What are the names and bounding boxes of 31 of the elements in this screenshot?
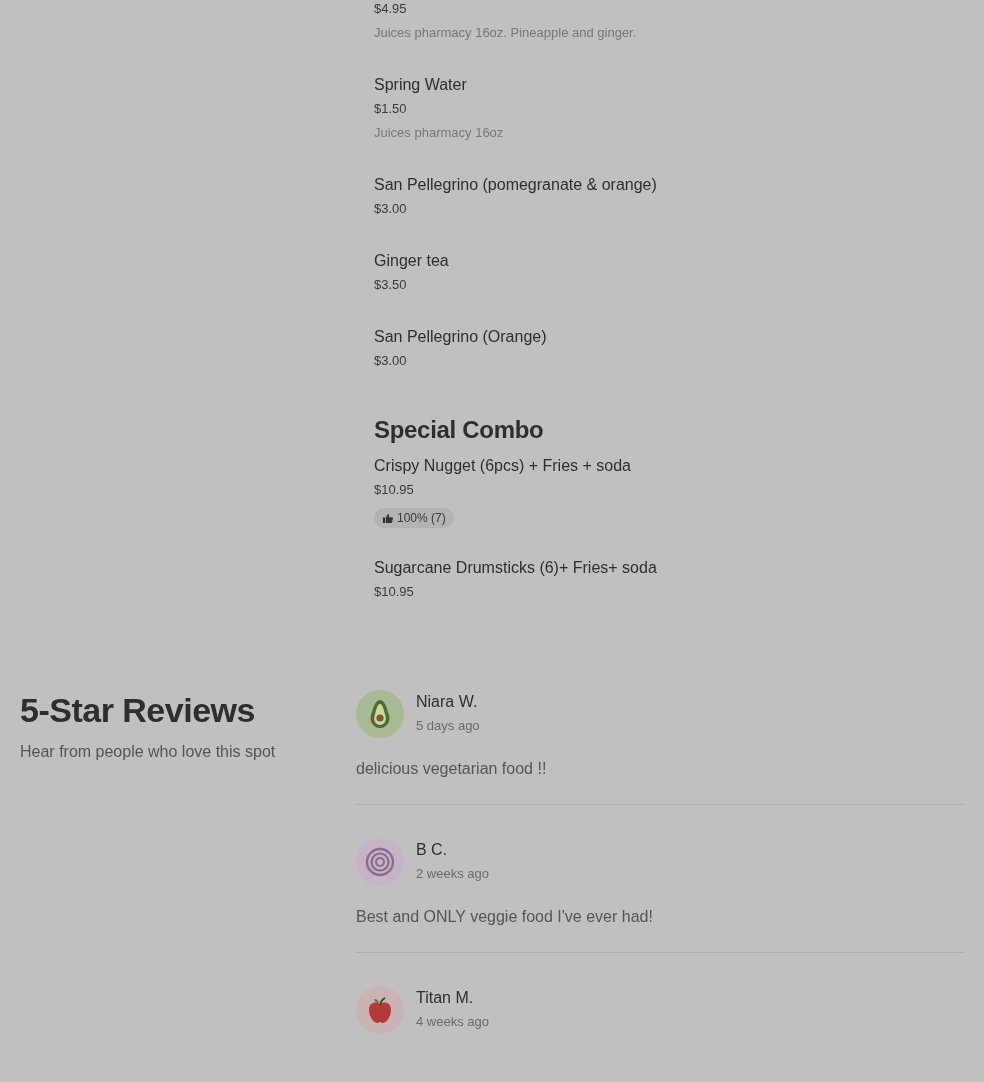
- item-description: Juices pharmacy 16oz: [374, 124, 505, 142]
- onion-icon: [365, 846, 395, 877]
- reviewer-name: Titan M.: [416, 988, 475, 1008]
- item-name[interactable]: Ginger tea: [374, 248, 984, 273]
- review-time: 2 weeks ago: [416, 865, 489, 883]
- item-name[interactable]: San Pellegrino (Orange): [374, 324, 984, 349]
- item-price: $10.95: [374, 583, 415, 601]
- item-price: $3.00: [374, 352, 408, 370]
- avocado-icon: [368, 698, 392, 729]
- item-price: $10.95: [374, 481, 415, 499]
- item-name[interactable]: Crispy Nugget (6pcs) + Fries + soda: [374, 453, 984, 478]
- review-time: 4 weeks ago: [416, 1013, 489, 1031]
- item-price: $3.00: [374, 200, 408, 218]
- item-name[interactable]: Spring Water: [374, 72, 984, 97]
- item-price: $3.50: [374, 276, 408, 294]
- rating-badge: 100% (7): [374, 508, 454, 528]
- reviewer-name: Niara W.: [416, 692, 479, 712]
- reviews-subtitle: Hear from people who love this spot: [20, 743, 277, 761]
- item-price: $4.95: [374, 0, 408, 18]
- item-price: $1.50: [374, 100, 408, 118]
- item-name[interactable]: San Pellegrino (pomegranate & orange): [374, 172, 984, 197]
- apple-icon: [366, 995, 394, 1024]
- item-description: Juices pharmacy 16oz. Pineapple and ginger.: [374, 24, 638, 42]
- thumbs-up-icon: [382, 512, 393, 524]
- reviews-title: 5-Star Reviews: [20, 690, 256, 731]
- item-name[interactable]: Sugarcane Drumsticks (6)+ Fries+ soda: [374, 555, 984, 580]
- review-time: 5 days ago: [416, 717, 480, 735]
- reviewer-name: B C.: [416, 840, 449, 860]
- section-title: Special Combo: [374, 415, 545, 445]
- review-text: Best and ONLY veggie food I've ever had!: [356, 907, 654, 927]
- review-text: delicious vegetarian food !!: [356, 759, 548, 779]
